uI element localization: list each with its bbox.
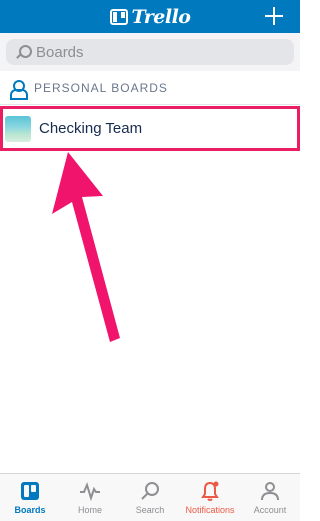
search-box[interactable] xyxy=(6,39,294,65)
search-icon xyxy=(141,482,159,500)
bottom-tab-bar: Boards Home Search Notifications Account xyxy=(0,473,300,521)
tab-search[interactable]: Search xyxy=(120,474,180,521)
personal-boards-header: PERSONAL BOARDS xyxy=(0,71,300,105)
tab-label: Search xyxy=(135,505,165,515)
tab-home[interactable]: Home xyxy=(60,474,120,521)
tab-label: Notifications xyxy=(185,505,235,515)
tab-label: Home xyxy=(77,505,102,515)
board-name: Checking Team xyxy=(39,120,143,137)
add-board-button[interactable] xyxy=(262,4,286,28)
search-input[interactable] xyxy=(36,43,256,61)
activity-icon xyxy=(80,482,100,502)
trello-board-icon xyxy=(109,8,128,25)
account-icon xyxy=(261,482,279,501)
trello-logo: Trello xyxy=(109,5,191,28)
tab-label: Account xyxy=(253,505,287,515)
top-app-bar: Trello xyxy=(0,0,300,33)
tab-notifications[interactable]: Notifications xyxy=(180,474,240,521)
section-title: PERSONAL BOARDS xyxy=(34,81,168,95)
board-thumbnail xyxy=(5,115,31,142)
search-bar-container xyxy=(0,33,300,71)
bell-icon xyxy=(201,481,219,501)
search-icon xyxy=(16,45,32,59)
boards-icon xyxy=(21,482,39,500)
arrow-shape xyxy=(52,152,120,342)
logo-text: Trello xyxy=(131,5,191,28)
tab-label: Boards xyxy=(14,505,46,515)
board-row-checking-team[interactable]: Checking Team xyxy=(0,106,300,151)
tab-boards[interactable]: Boards xyxy=(0,474,60,521)
divider xyxy=(0,104,300,105)
person-icon xyxy=(10,80,28,100)
tab-account[interactable]: Account xyxy=(240,474,300,521)
